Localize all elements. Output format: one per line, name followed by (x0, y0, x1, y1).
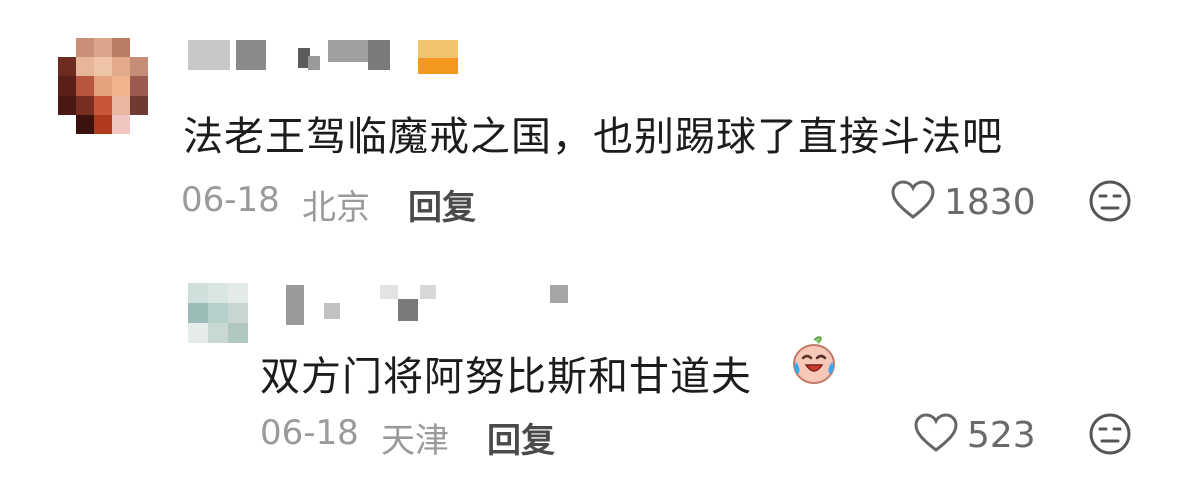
reply-text-content: 双方门将阿努比斯和甘道夫 (260, 354, 752, 400)
like-count: 1830 (944, 181, 1036, 223)
username-blurred[interactable] (188, 38, 463, 76)
reply-location: 天津 (381, 421, 449, 461)
heart-outline-icon (913, 413, 959, 457)
crying-laughing-peach-icon (790, 334, 838, 390)
like-count: 523 (967, 414, 1036, 456)
like-button[interactable]: 523 (913, 413, 1036, 457)
avatar[interactable] (188, 283, 248, 343)
heart-outline-icon (890, 180, 936, 224)
reply-date: 06-18 (260, 413, 359, 453)
like-button[interactable]: 1830 (890, 180, 1036, 224)
reply-button[interactable]: 回复 (408, 180, 476, 229)
avatar[interactable] (58, 38, 148, 134)
comment-text: 法老王驾临魔戒之国，也别踢球了直接斗法吧 (183, 114, 1003, 160)
comment-date: 06-18 (181, 180, 280, 220)
unamused-face-icon[interactable] (1088, 179, 1132, 227)
username-blurred[interactable] (280, 285, 580, 325)
reply-text: 双方门将阿努比斯和甘道夫 (260, 344, 752, 402)
unamused-face-icon[interactable] (1088, 412, 1132, 460)
reply-button[interactable]: 回复 (487, 413, 555, 462)
comment-location: 北京 (302, 188, 370, 228)
